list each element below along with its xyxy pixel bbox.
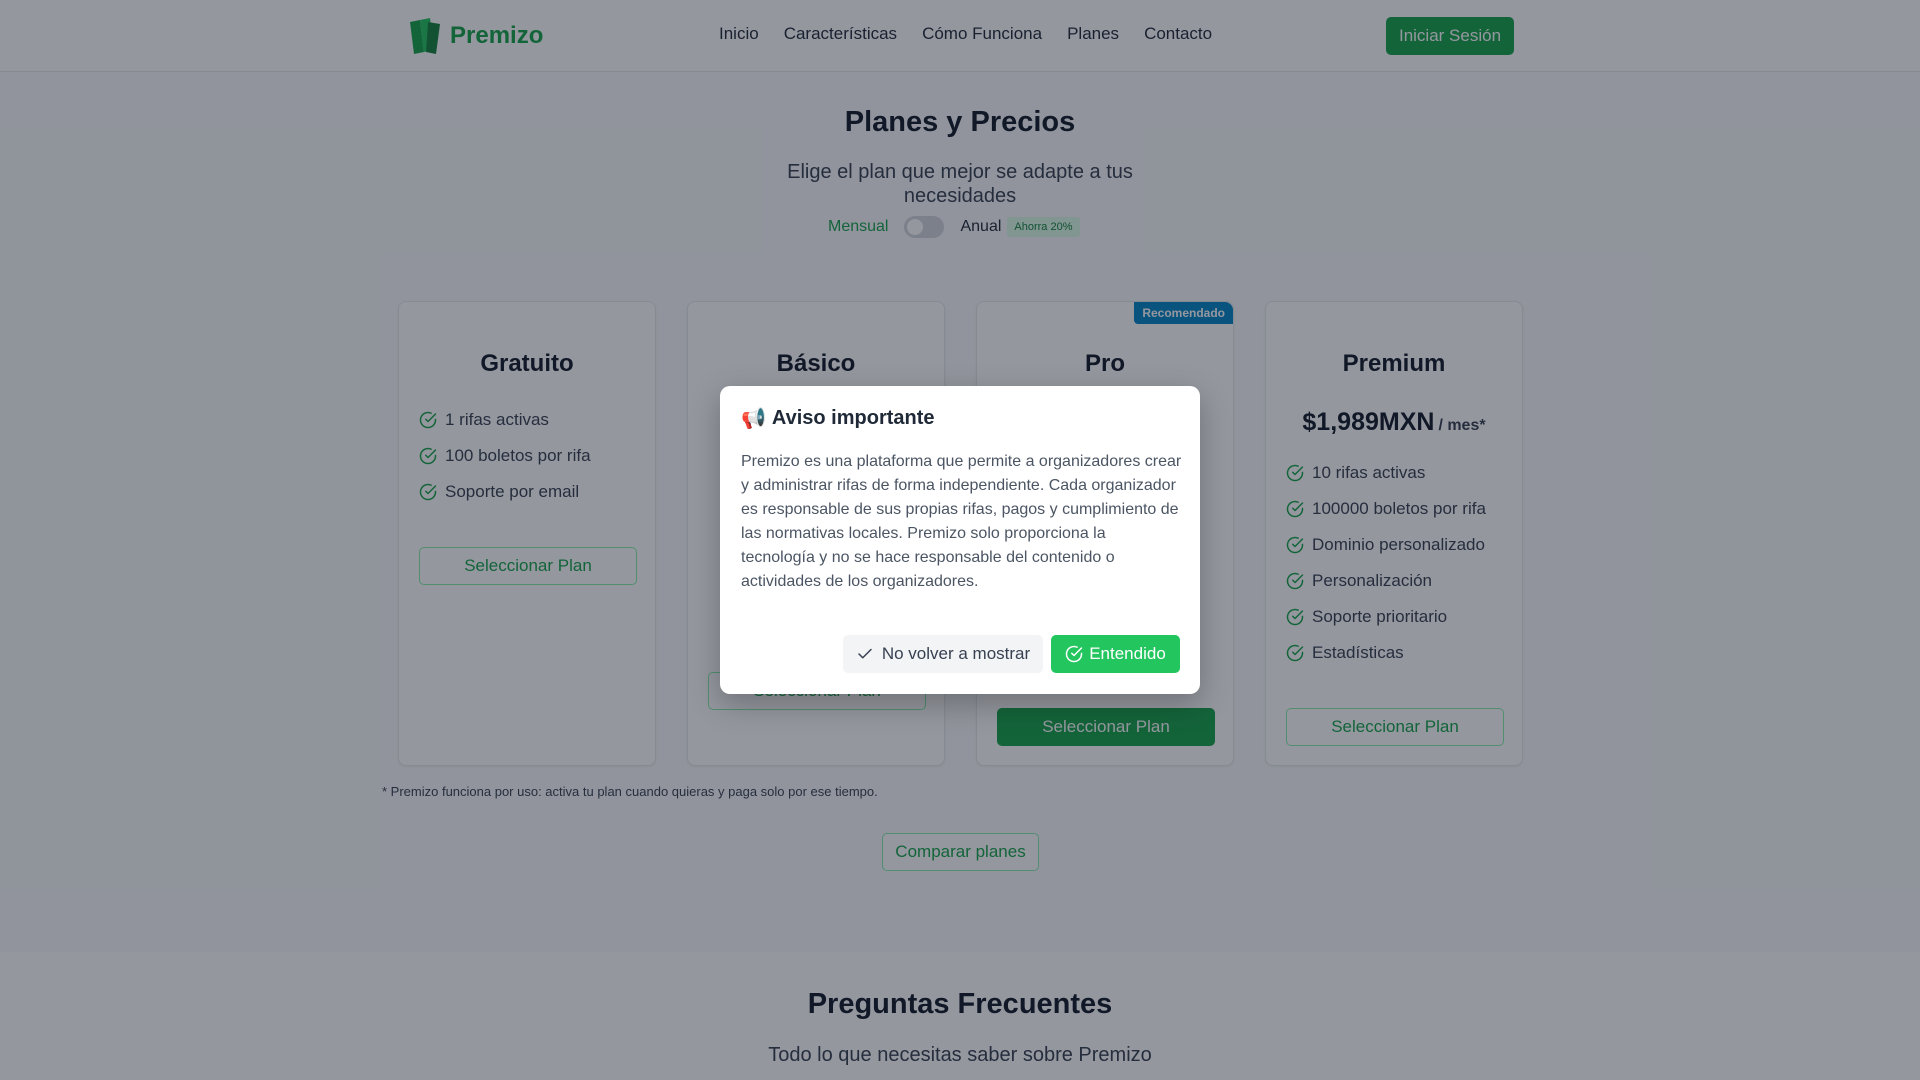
check-circle-icon (1066, 645, 1083, 663)
modal-title-text: Aviso importante (771, 407, 935, 429)
understood-button[interactable]: Entendido (1051, 635, 1180, 673)
megaphone-icon: 📢 (741, 408, 766, 430)
dont-show-again-label: No volver a mostrar (881, 644, 1031, 663)
checkmark-icon (858, 648, 872, 659)
modal-title: 📢 Aviso importante (741, 406, 935, 431)
notice-modal: 📢 Aviso importante Premizo es una plataf… (720, 386, 1200, 694)
understood-label: Entendido (1089, 644, 1166, 663)
dont-show-again-button[interactable]: No volver a mostrar (843, 635, 1043, 673)
modal-body: Premizo es una plataforma que permite a … (741, 453, 1182, 590)
